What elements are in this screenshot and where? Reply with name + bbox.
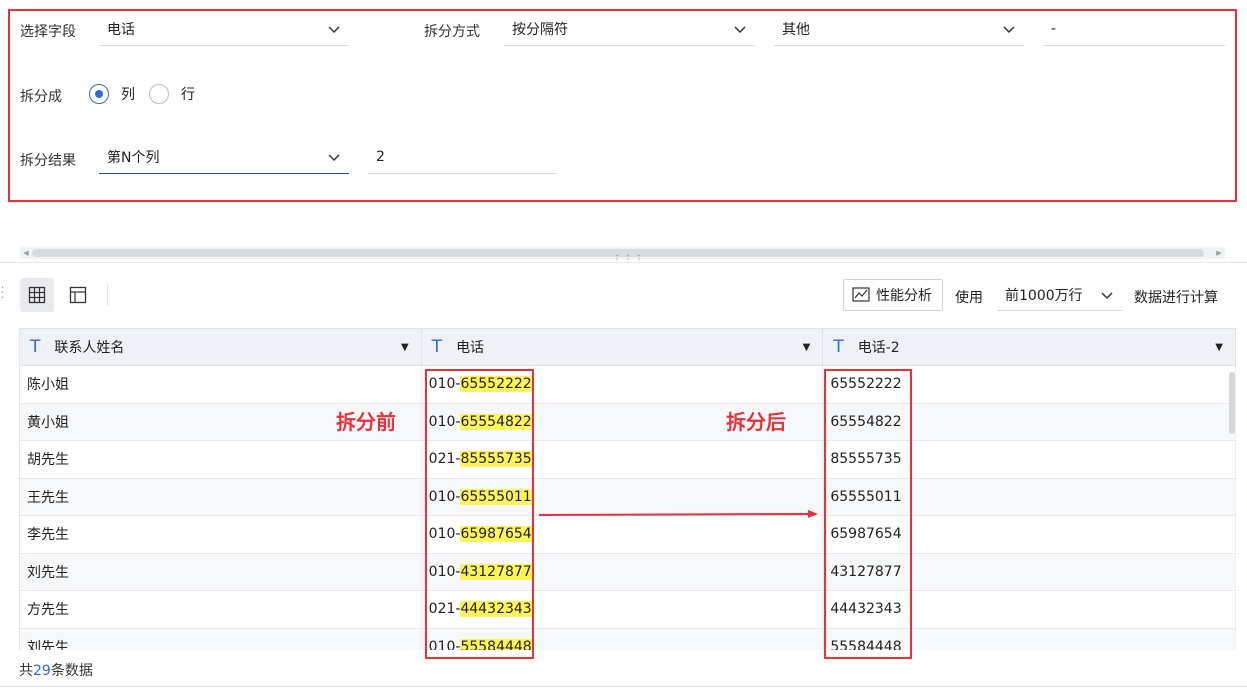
- column-header-label: 联系人姓名: [54, 340, 125, 356]
- column-header-label: 电话-2: [857, 340, 900, 356]
- cell-contact-name[interactable]: 李先生: [20, 516, 422, 553]
- result-label: 拆分结果: [20, 153, 76, 169]
- radio-row[interactable]: 行: [149, 84, 195, 104]
- contact-name: 王先生: [27, 489, 69, 506]
- column-menu-icon[interactable]: ▼: [1215, 342, 1223, 353]
- bottom-border: [0, 686, 1247, 687]
- radio-column-label: 列: [121, 87, 135, 103]
- field-select-value: 电话: [107, 21, 135, 38]
- table-row[interactable]: 刘先生 010- 43127877 43127877: [20, 553, 1236, 591]
- radio-unchecked-icon: [149, 84, 169, 104]
- contact-name: 陈小姐: [27, 377, 69, 394]
- chevron-down-icon: [328, 25, 340, 33]
- grid-icon: [28, 286, 46, 304]
- result-n-input[interactable]: 2: [368, 140, 557, 174]
- text-type-icon: T: [431, 337, 443, 357]
- column-menu-icon[interactable]: ▼: [803, 342, 811, 353]
- separator-type-select[interactable]: 其他: [774, 12, 1024, 46]
- separator-input-value: -: [1051, 20, 1057, 37]
- result-select-value: 第N个列: [107, 149, 160, 166]
- layout-icon: [69, 286, 87, 304]
- record-count: 共29条数据: [19, 660, 93, 680]
- text-type-icon: T: [30, 337, 41, 357]
- record-count-prefix: 共: [19, 663, 33, 679]
- before-highlight-box: [425, 369, 534, 659]
- field-label: 选择字段: [20, 24, 76, 40]
- split-to-label: 拆分成: [20, 89, 62, 105]
- drag-handle-icon[interactable]: · · ·: [1, 284, 4, 304]
- column-header-label: 电话: [456, 340, 485, 356]
- calc-label: 数据进行计算: [1134, 290, 1218, 306]
- chevron-down-icon: [734, 25, 746, 33]
- column-header-phone-2[interactable]: T 电话-2 ▼: [823, 329, 1236, 365]
- separator-input[interactable]: -: [1043, 12, 1225, 46]
- performance-analysis-button[interactable]: 性能分析: [843, 279, 943, 311]
- radio-checked-icon: [89, 84, 109, 104]
- table-row[interactable]: 刘先生 010- 55584448 55584448: [20, 628, 1236, 650]
- text-type-icon: T: [833, 337, 844, 357]
- method-select[interactable]: 按分隔符: [504, 12, 755, 46]
- contact-name: 黄小姐: [27, 414, 69, 431]
- result-select[interactable]: 第N个列: [99, 140, 349, 174]
- cell-contact-name[interactable]: 胡先生: [20, 441, 422, 478]
- table-row[interactable]: 胡先生 021- 85555735 85555735: [20, 441, 1236, 479]
- contact-name: 李先生: [27, 527, 69, 544]
- column-header-contact[interactable]: T 联系人姓名 ▼: [20, 329, 422, 365]
- radio-row-label: 行: [181, 87, 195, 103]
- table-row[interactable]: 陈小姐 010- 65552222 65552222: [20, 366, 1236, 404]
- row-limit-value: 前1000万行: [1005, 287, 1083, 304]
- record-count-number: 29: [33, 663, 51, 679]
- radio-column[interactable]: 列: [89, 84, 135, 104]
- table-row[interactable]: 方先生 021- 44432343 44432343: [20, 591, 1236, 629]
- contact-name: 刘先生: [27, 639, 69, 650]
- resize-handle-icon[interactable]: ⋮⋮⋮: [612, 254, 645, 265]
- record-count-suffix: 条数据: [50, 663, 93, 679]
- use-label: 使用: [955, 290, 983, 306]
- result-n-value: 2: [376, 148, 385, 165]
- after-annotation: 拆分后: [726, 410, 786, 434]
- separator-type-value: 其他: [782, 21, 810, 38]
- grid-view-button[interactable]: [20, 278, 54, 312]
- contact-name: 刘先生: [27, 564, 69, 581]
- table-header: T 联系人姓名 ▼ T 电话 ▼ T 电话-2 ▼: [20, 328, 1236, 366]
- contact-name: 胡先生: [27, 452, 69, 469]
- data-table: T 联系人姓名 ▼ T 电话 ▼ T 电话-2 ▼ 陈小姐 010- 6555222…: [19, 328, 1236, 650]
- panel-divider: [0, 262, 1247, 263]
- layout-view-button[interactable]: [61, 278, 95, 312]
- cell-contact-name[interactable]: 王先生: [20, 478, 422, 515]
- toolbar-separator: [107, 284, 108, 306]
- chevron-down-icon: [328, 153, 340, 161]
- chevron-down-icon: [1003, 25, 1015, 33]
- method-label: 拆分方式: [424, 24, 480, 40]
- column-menu-icon[interactable]: ▼: [401, 342, 409, 353]
- row-limit-select[interactable]: 前1000万行: [997, 279, 1122, 311]
- after-highlight-box: [824, 369, 912, 659]
- vertical-scrollbar-thumb[interactable]: [1229, 372, 1235, 434]
- cell-contact-name[interactable]: 刘先生: [20, 553, 422, 590]
- page: 选择字段 电话 拆分方式 按分隔符 其他 - 拆分成 列 行 拆分结果 第N个列…: [0, 0, 1247, 689]
- cell-contact-name[interactable]: 方先生: [20, 591, 422, 628]
- arrow-icon: [538, 510, 818, 518]
- cell-contact-name[interactable]: 陈小姐: [20, 366, 422, 403]
- table-row[interactable]: 黄小姐 010- 65554822 65554822: [20, 403, 1236, 441]
- field-select[interactable]: 电话: [99, 12, 349, 46]
- method-select-value: 按分隔符: [512, 21, 568, 38]
- chevron-down-icon: [1101, 291, 1113, 299]
- contact-name: 方先生: [27, 602, 69, 619]
- column-header-phone[interactable]: T 电话 ▼: [422, 329, 824, 365]
- performance-analysis-label: 性能分析: [876, 288, 932, 304]
- cell-contact-name[interactable]: 刘先生: [20, 628, 422, 650]
- chart-icon: [852, 287, 870, 302]
- before-annotation: 拆分前: [336, 410, 396, 434]
- scroll-left-icon[interactable]: ◀: [21, 247, 31, 259]
- scroll-right-icon[interactable]: ▶: [1214, 247, 1224, 259]
